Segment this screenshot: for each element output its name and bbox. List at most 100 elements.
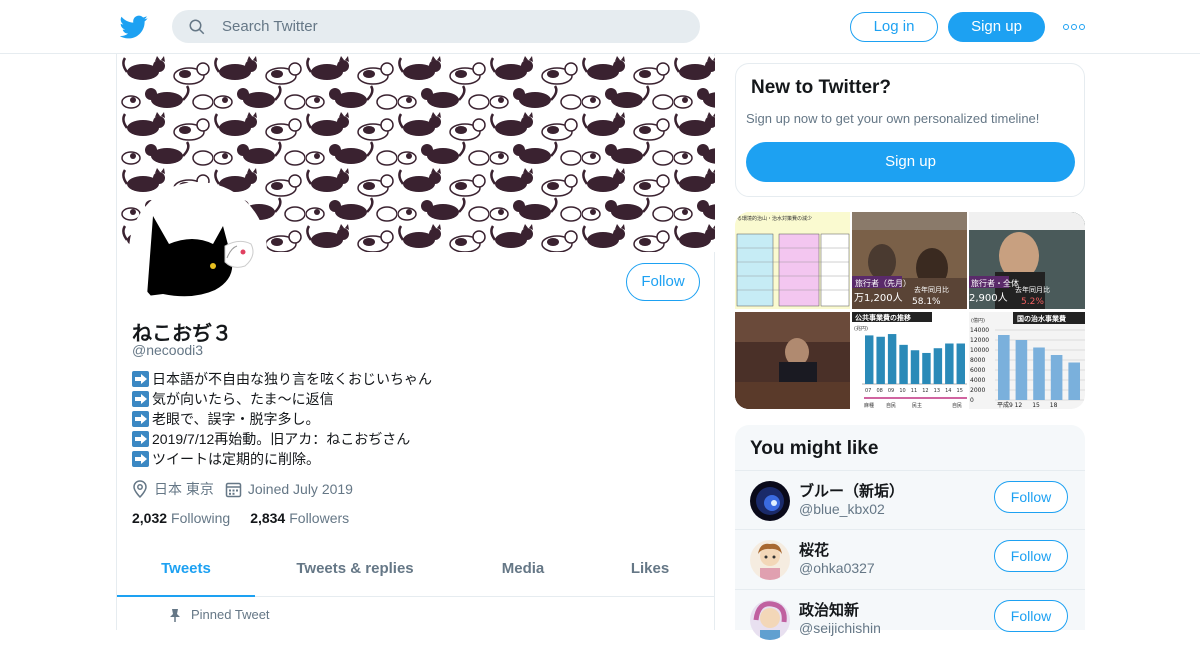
thumb1-title: る環境的治山・治水対策費の減少 <box>737 215 812 222</box>
suggested-user-row[interactable]: 政治知新 @seijichishin Follow <box>735 589 1085 649</box>
user-handle: @ohka0327 <box>799 560 875 576</box>
chart5-bar <box>922 352 931 384</box>
chart5-x-tick: 13 <box>934 388 940 394</box>
chart5-x-tick: 11 <box>911 388 917 394</box>
profile-column: Follow ねこおぢ３ @necoodi3 日本語が不自由な独り言を呟くおじい… <box>116 54 715 630</box>
tab-tweets-replies[interactable]: Tweets & replies <box>285 547 425 597</box>
chart5-bar <box>945 343 954 384</box>
user-name[interactable]: 政治知新 <box>799 599 859 620</box>
thumb2-pct: 58.1% <box>912 297 941 307</box>
user-avatar[interactable] <box>750 540 790 580</box>
chart5-title: 公共事業費の推移 <box>855 313 911 322</box>
user-avatar[interactable] <box>750 481 790 521</box>
profile-bio: 日本語が不自由な独り言を呟くおじいちゃん 気が向いたら、たま～に返信 老眼で、誤… <box>132 369 552 469</box>
chart5-unit: (兆円) <box>854 325 868 332</box>
calendar-icon <box>225 482 242 497</box>
profile-avatar[interactable] <box>129 182 267 320</box>
tab-tweets[interactable]: Tweets <box>117 547 255 597</box>
public-works-chart: 公共事業費の推移 (兆円) 07 08 09 10 11 12 13 14 15 麻種 自民 民… <box>852 312 967 409</box>
search-input[interactable] <box>222 10 682 43</box>
chart5-bar <box>876 336 885 384</box>
suggested-user-row[interactable]: 桜花 @ohka0327 Follow <box>735 529 1085 589</box>
bio-line: 2019/7/12再始動。旧アカ：ねこおぢさん <box>132 429 552 449</box>
thumb3-value: 2,900人 <box>969 292 1008 304</box>
user-avatar[interactable] <box>750 600 790 640</box>
media-thumb-2[interactable]: 旅行者（先月） 万1,200人 去年同月比 58.1% <box>852 212 967 309</box>
chart6-y-tick: 0 <box>970 397 974 404</box>
follow-button[interactable]: Follow <box>626 263 700 301</box>
pin-icon <box>170 608 180 622</box>
chart5-bar <box>933 348 943 384</box>
pinned-tweet-label: Pinned Tweet <box>169 607 270 622</box>
signup-card-button[interactable]: Sign up <box>746 142 1075 182</box>
chart5-bar <box>887 334 897 384</box>
media-thumb-6[interactable]: 国の治水事業費 (億円) 14000 12000 10000 8000 6000 4000… <box>969 312 1085 409</box>
you-might-like-card: You might like ブルー（新垢） @blue_kbx02 Follo… <box>735 425 1085 640</box>
following-stat[interactable]: 2,032 Following <box>132 510 230 526</box>
location-pin-icon <box>133 480 147 498</box>
right-arrow-icon <box>132 371 149 387</box>
right-arrow-icon <box>132 391 149 407</box>
bio-line: ツイートは定期的に削除。 <box>132 449 552 469</box>
chart6-y-tick: 4000 <box>970 377 985 384</box>
thumb3-pct-label: 去年同月比 <box>1015 285 1050 294</box>
profile-tabs: Tweets Tweets & replies Media Likes <box>117 547 714 597</box>
chart6-bar <box>1068 362 1080 400</box>
user-handle: @blue_kbx02 <box>799 501 885 517</box>
follow-user-button[interactable]: Follow <box>994 540 1068 572</box>
follow-user-button[interactable]: Follow <box>994 481 1068 513</box>
thumb3-pct: 5.2% <box>1021 297 1044 307</box>
profile-meta: 日本 東京 Joined July 2019 <box>132 479 364 499</box>
user-name[interactable]: ブルー（新垢） <box>799 480 904 501</box>
chart6-x-tick: 15 <box>1032 402 1040 409</box>
chart5-x-tick: 08 <box>876 388 882 394</box>
chart5-bar <box>899 344 908 384</box>
login-button[interactable]: Log in <box>850 12 938 42</box>
chart6-x-tick: 12 <box>1015 402 1023 409</box>
location-item: 日本 東京 <box>132 479 214 499</box>
chart6-x-tick: 平成9 <box>997 401 1013 409</box>
twitter-bird-icon[interactable] <box>120 13 148 41</box>
media-thumb-5[interactable]: 公共事業費の推移 (兆円) 07 08 09 10 11 12 13 14 15 麻種 自民 民… <box>852 312 967 409</box>
user-name[interactable]: 桜花 <box>799 539 829 560</box>
profile-handle: @necoodi3 <box>132 342 204 358</box>
search-box[interactable] <box>172 10 700 43</box>
chart5-bar <box>910 350 920 384</box>
new-to-twitter-title: New to Twitter? <box>751 77 892 98</box>
joined-item: Joined July 2019 <box>225 481 353 498</box>
tab-media[interactable]: Media <box>483 547 563 597</box>
new-to-twitter-description: Sign up now to get your own personalized… <box>746 111 1040 126</box>
chart5-bar <box>865 335 874 384</box>
thumb2-name: 旅行者（先月） <box>855 278 911 288</box>
location-text: 日本 東京 <box>154 481 214 497</box>
chart6-y-tick: 14000 <box>970 327 989 334</box>
new-to-twitter-card: New to Twitter? Sign up now to get your … <box>735 63 1085 197</box>
suggested-user-row[interactable]: ブルー（新垢） @blue_kbx02 Follow <box>735 470 1085 530</box>
chart5-x-tick: 09 <box>888 388 894 394</box>
user-handle: @seijichishin <box>799 620 881 636</box>
more-options-icon[interactable] <box>1063 18 1087 36</box>
profile-stats: 2,032 Following 2,834 Followers <box>132 510 369 526</box>
thumb3-name: 旅行者・全体 <box>971 278 1019 288</box>
chart6-y-tick: 2000 <box>970 387 985 394</box>
signup-button[interactable]: Sign up <box>948 12 1045 42</box>
bio-line: 老眼で、誤字・脱字多し。 <box>132 409 552 429</box>
tab-likes[interactable]: Likes <box>614 547 686 597</box>
chart5-era-3: 民主 <box>912 402 922 409</box>
media-thumbnails-grid: る環境的治山・治水対策費の減少 旅行者（先月） 万1,200人 去年同月比 58… <box>735 212 1085 409</box>
media-thumb-1[interactable]: る環境的治山・治水対策費の減少 <box>735 212 850 309</box>
media-thumb-3[interactable]: 旅行者・全体 2,900人 去年同月比 5.2% <box>969 212 1085 309</box>
chart6-y-tick: 12000 <box>970 337 989 344</box>
follow-user-button[interactable]: Follow <box>994 600 1068 632</box>
you-might-like-title: You might like <box>750 438 879 459</box>
right-arrow-icon <box>132 451 149 467</box>
bio-line: 日本語が不自由な独り言を呟くおじいちゃん <box>132 369 552 389</box>
followers-stat[interactable]: 2,834 Followers <box>250 510 349 526</box>
media-thumb-4[interactable] <box>735 312 850 409</box>
right-arrow-icon <box>132 411 149 427</box>
chart6-bar <box>998 335 1010 400</box>
flood-control-chart: 国の治水事業費 (億円) 14000 12000 10000 8000 6000 4000… <box>969 312 1085 409</box>
chart6-y-tick: 8000 <box>970 357 985 364</box>
chart5-x-tick: 10 <box>899 388 905 394</box>
chart5-x-tick: 12 <box>922 388 928 394</box>
